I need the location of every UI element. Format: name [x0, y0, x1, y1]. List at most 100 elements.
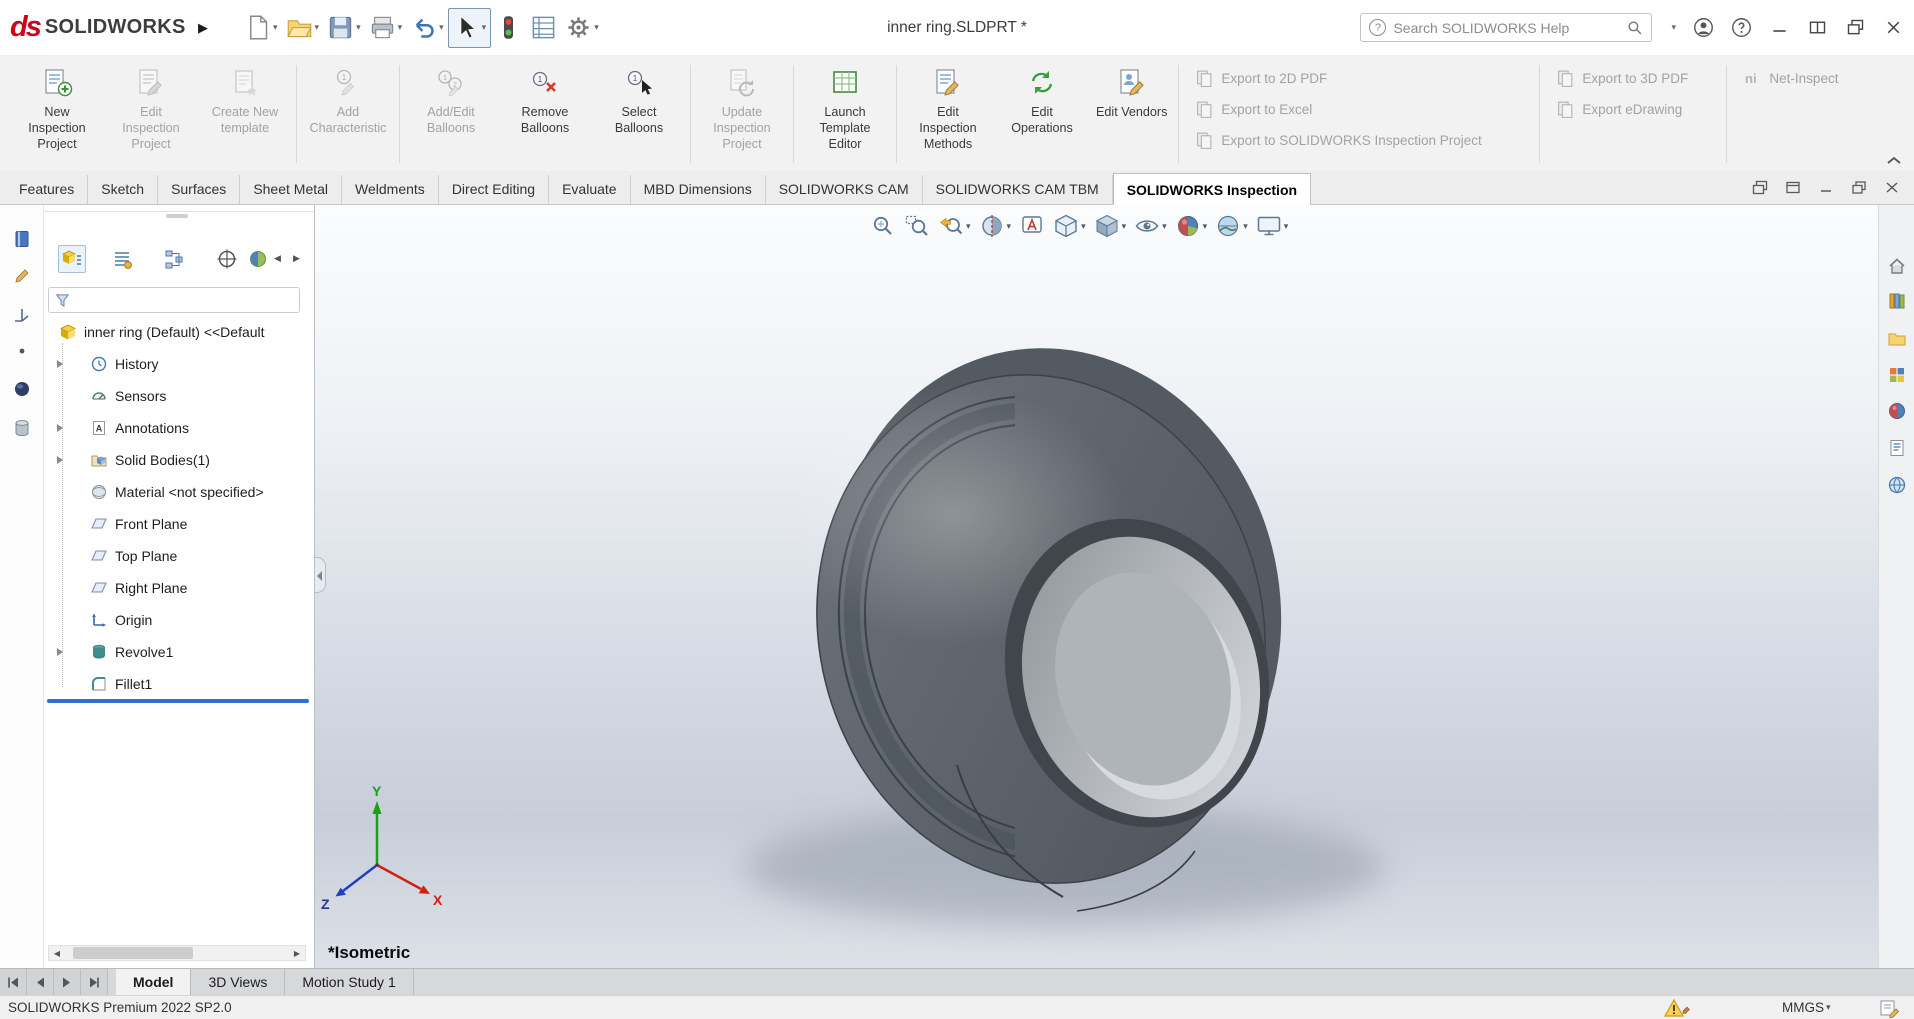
tree-item-annotations[interactable]: A Annotations — [44, 414, 314, 442]
tree-filter-input[interactable] — [76, 292, 294, 308]
next-tab-button[interactable] — [54, 969, 81, 995]
view-settings-button[interactable]: ▾ — [1256, 213, 1288, 239]
unit-system-selector[interactable]: MMGS — [1782, 996, 1824, 1019]
ribbon-button-export-3d-pdf[interactable]: Export to 3D PDF — [1556, 69, 1710, 88]
section-view-button[interactable]: ▾ — [979, 213, 1011, 239]
tree-item-history[interactable]: History — [44, 350, 314, 378]
panel-grip[interactable] — [44, 211, 314, 219]
graphics-viewport[interactable]: ▾ ▾ ▾ ▾ ▾ ▾ ▾ ▾ Y X Z *Isometric — [315, 205, 1878, 968]
zoom-to-fit-button[interactable] — [870, 213, 896, 239]
single-window-button[interactable] — [1785, 180, 1801, 195]
tree-item-top-plane[interactable]: Top Plane — [44, 542, 314, 570]
expand-arrow-icon[interactable] — [57, 424, 63, 432]
tab-solidworks-cam[interactable]: SOLIDWORKS CAM — [766, 175, 923, 204]
tab-evaluate[interactable]: Evaluate — [549, 175, 631, 204]
options-button[interactable]: ▾ — [561, 8, 603, 48]
help-search-box[interactable]: ? — [1360, 13, 1653, 42]
tab-mbd-dimensions[interactable]: MBD Dimensions — [631, 175, 766, 204]
ribbon-button-edit-inspection-project[interactable]: Edit Inspection Project — [104, 59, 198, 169]
minimize-button[interactable] — [1769, 17, 1790, 38]
restore-button[interactable] — [1845, 17, 1866, 38]
units-caret-icon[interactable]: ▾ — [1826, 996, 1831, 1019]
collapse-ribbon-chevron[interactable] — [1886, 155, 1902, 165]
panel-tab-scroll-left[interactable]: ◀ — [274, 253, 281, 264]
propertymanager-tab[interactable] — [108, 245, 136, 273]
table-button[interactable] — [526, 8, 561, 48]
zoom-to-area-button[interactable] — [904, 213, 930, 239]
markup-pencil-icon[interactable] — [12, 266, 32, 286]
ribbon-button-new-inspection-project[interactable]: New Inspection Project — [10, 59, 104, 169]
ribbon-button-export-sw-inspection-project[interactable]: Export to SOLIDWORKS Inspection Project — [1195, 131, 1523, 150]
view-palette-icon[interactable] — [1887, 365, 1907, 385]
reference-triad-icon[interactable] — [12, 305, 32, 325]
home-icon[interactable] — [1887, 256, 1907, 276]
expand-arrow-icon[interactable] — [57, 648, 63, 656]
tab-solidworks-inspection[interactable]: SOLIDWORKS Inspection — [1112, 173, 1312, 205]
panel-splitter-handle[interactable] — [315, 557, 326, 593]
view-orientation-button[interactable]: ▾ — [1053, 213, 1086, 239]
tab-model[interactable]: Model — [116, 969, 192, 995]
cascade-windows-button[interactable] — [1752, 180, 1768, 195]
design-checker-button[interactable] — [491, 8, 526, 48]
dynamic-annotation-views-button[interactable] — [1019, 213, 1045, 239]
ribbon-button-launch-template-editor[interactable]: Launch Template Editor — [798, 59, 892, 169]
search-scope-caret[interactable]: ▾ — [1671, 22, 1676, 33]
tree-horizontal-scrollbar[interactable]: ◀ ▶ — [48, 945, 306, 961]
warning-icon[interactable] — [1664, 998, 1690, 1018]
search-input[interactable] — [1393, 19, 1620, 36]
tree-item-solid-bodies[interactable]: Solid Bodies(1) — [44, 446, 314, 474]
tab-direct-editing[interactable]: Direct Editing — [439, 175, 550, 204]
ribbon-button-export-2d-pdf[interactable]: Export to 2D PDF — [1195, 69, 1523, 88]
solidworks-resources-globe-icon[interactable] — [1887, 475, 1907, 495]
ribbon-button-add-characteristic[interactable]: 1 Add Characteristic — [301, 59, 395, 169]
doc-close-button[interactable] — [1884, 180, 1900, 195]
help-button[interactable] — [1731, 17, 1752, 38]
point-icon[interactable] — [12, 341, 32, 361]
tree-item-material[interactable]: Material <not specified> — [44, 478, 314, 506]
print-button[interactable]: ▾ — [365, 8, 407, 48]
tab-3d-views[interactable]: 3D Views — [191, 969, 286, 995]
design-library-icon[interactable] — [1887, 291, 1907, 311]
open-document-button[interactable]: ▾ — [282, 8, 324, 48]
previous-view-button[interactable]: ▾ — [938, 213, 971, 239]
rollback-bar[interactable] — [47, 699, 309, 703]
ribbon-button-create-new-template[interactable]: Create New template — [198, 59, 292, 169]
doc-restore-button[interactable] — [1851, 180, 1867, 195]
featuremanager-tab[interactable] — [58, 245, 86, 273]
scroll-right-arrow-icon[interactable]: ▶ — [289, 949, 305, 958]
display-style-button[interactable]: ▾ — [1094, 213, 1126, 239]
edit-appearance-button[interactable]: ▾ — [1175, 213, 1207, 239]
tree-item-root[interactable]: inner ring (Default) <<Default — [44, 318, 314, 346]
design-binder-icon[interactable] — [12, 229, 32, 249]
ribbon-button-net-inspect[interactable]: ni Net-Inspect — [1743, 69, 1838, 88]
tree-item-origin[interactable]: Origin — [44, 606, 314, 634]
panel-tab-scroll-right[interactable]: ▶ — [293, 253, 300, 264]
apply-scene-button[interactable]: ▾ — [1215, 213, 1248, 239]
dimxpertmanager-tab[interactable] — [213, 245, 241, 273]
doc-minimize-button[interactable] — [1818, 180, 1834, 195]
tab-motion-study-1[interactable]: Motion Study 1 — [285, 969, 414, 995]
save-button[interactable]: ▾ — [323, 8, 365, 48]
ribbon-button-edit-operations[interactable]: Edit Operations — [995, 59, 1089, 169]
tab-weldments[interactable]: Weldments — [342, 175, 439, 204]
tab-surfaces[interactable]: Surfaces — [158, 175, 241, 204]
close-button[interactable] — [1883, 17, 1904, 38]
tags-icon[interactable] — [1878, 998, 1900, 1018]
tab-sketch[interactable]: Sketch — [88, 175, 159, 204]
tree-item-revolve1[interactable]: Revolve1 — [44, 638, 314, 666]
first-tab-button[interactable] — [0, 969, 27, 995]
scroll-left-arrow-icon[interactable]: ◀ — [49, 949, 65, 958]
last-tab-button[interactable] — [81, 969, 108, 995]
tree-filter-box[interactable] — [48, 287, 300, 313]
ribbon-button-export-excel[interactable]: Export to Excel — [1195, 100, 1523, 119]
new-document-button[interactable]: ▾ — [240, 8, 282, 48]
tree-item-front-plane[interactable]: Front Plane — [44, 510, 314, 538]
appearances-ball-icon[interactable] — [1887, 401, 1907, 421]
select-tool-button[interactable]: ▾ — [447, 7, 492, 48]
ribbon-button-select-balloons[interactable]: 1 Select Balloons — [592, 59, 686, 169]
hide-show-items-button[interactable]: ▾ — [1134, 213, 1167, 239]
tree-item-right-plane[interactable]: Right Plane — [44, 574, 314, 602]
ribbon-button-update-inspection-project[interactable]: Update Inspection Project — [695, 59, 789, 169]
cylinder-body-icon[interactable] — [12, 418, 32, 438]
3d-model-inner-ring[interactable]: Y X Z — [315, 205, 1878, 968]
